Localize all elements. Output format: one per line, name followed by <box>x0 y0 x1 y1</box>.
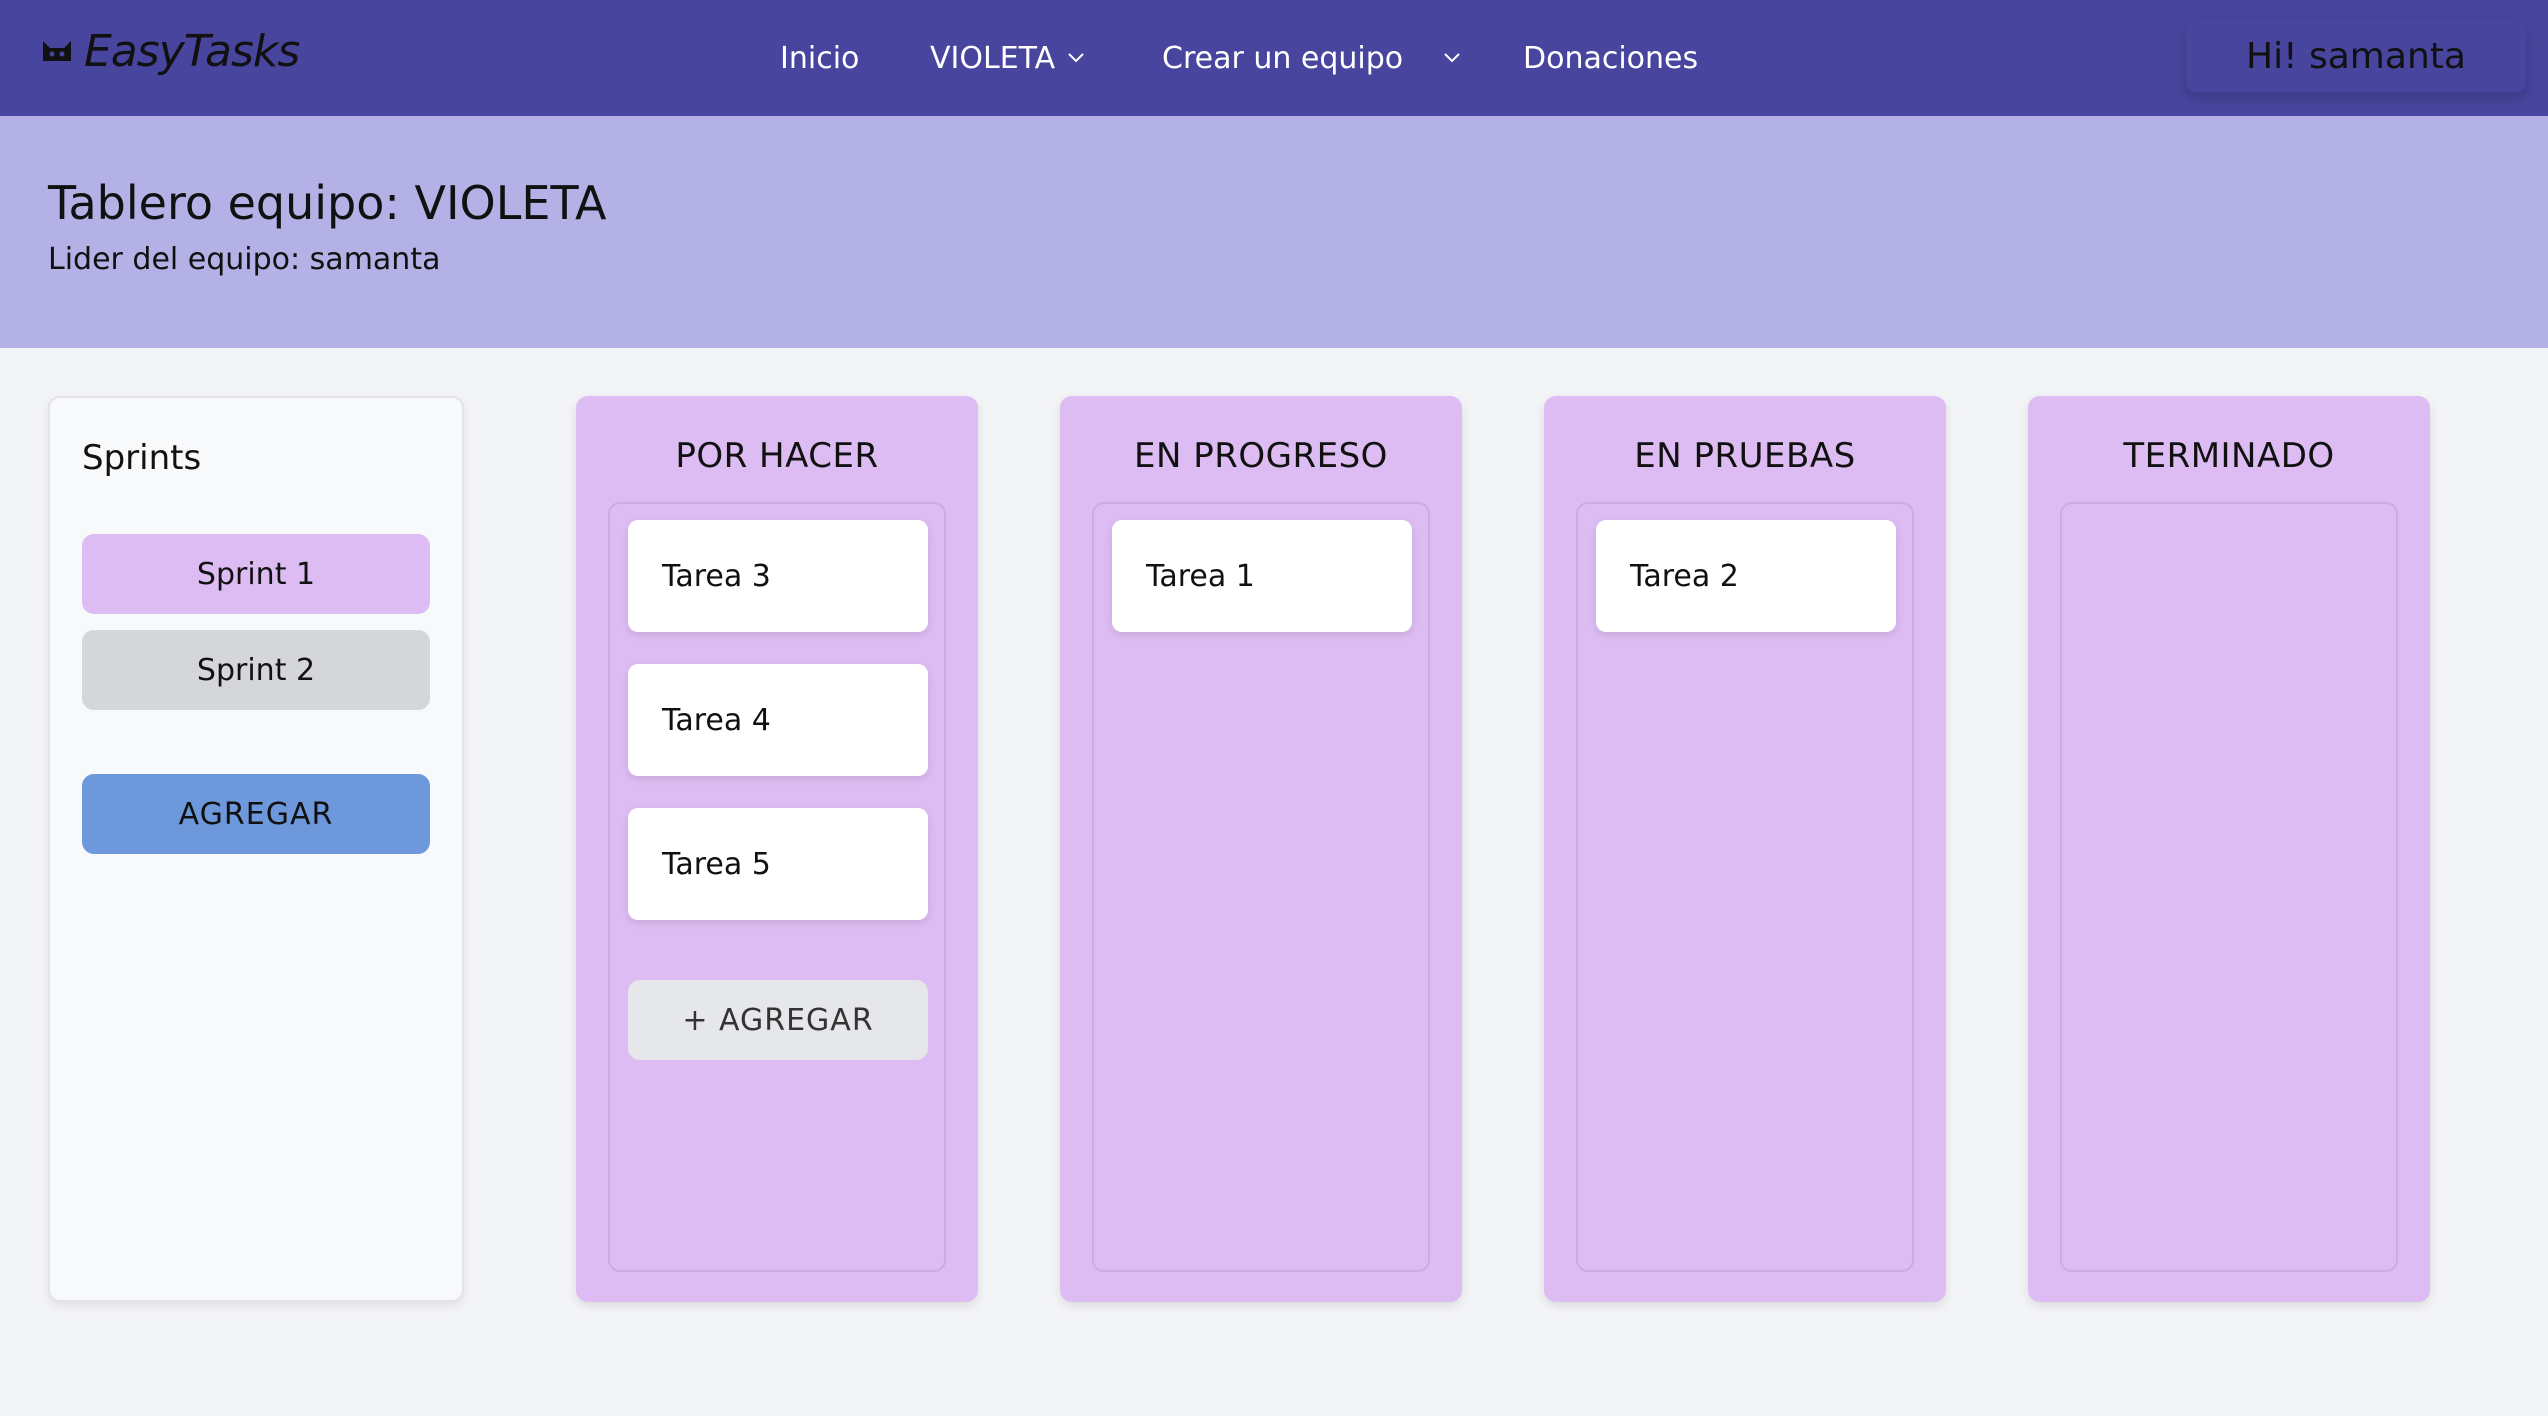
brand-logo[interactable]: EasyTasks <box>40 26 300 77</box>
column-terminado: TERMINADO <box>2028 396 2430 1302</box>
task-card-label: Tarea 3 <box>662 558 771 594</box>
sprint-item-2[interactable]: Sprint 2 <box>82 630 430 710</box>
sprint-item-label: Sprint 2 <box>196 652 316 688</box>
column-title: EN PROGRESO <box>1134 436 1388 476</box>
column-por-hacer: POR HACER Tarea 3 Tarea 4 Tarea 5 + AGRE… <box>576 396 978 1302</box>
user-menu-button[interactable]: Hi! samanta <box>2186 20 2526 92</box>
sprints-title: Sprints <box>82 438 202 478</box>
user-greeting: Hi! samanta <box>2246 35 2466 77</box>
cat-icon <box>43 40 71 61</box>
top-navbar: EasyTasks Inicio VIOLETA Crear un equipo… <box>0 0 2548 116</box>
column-title: POR HACER <box>675 436 879 476</box>
task-card-label: Tarea 1 <box>1146 558 1255 594</box>
task-card-label: Tarea 4 <box>662 702 771 738</box>
column-title: TERMINADO <box>2123 436 2335 476</box>
task-card[interactable]: Tarea 2 <box>1596 520 1896 632</box>
nav-create-team[interactable]: Crear un equipo <box>1162 41 1461 76</box>
brand-name: EasyTasks <box>84 26 300 77</box>
add-task-label: + AGREGAR <box>682 1002 874 1038</box>
nav-create-team-label: Crear un equipo <box>1162 40 1404 76</box>
column-title: EN PRUEBAS <box>1634 436 1856 476</box>
task-card[interactable]: Tarea 4 <box>628 664 928 776</box>
nav-inicio[interactable]: Inicio <box>780 41 859 76</box>
task-card[interactable]: Tarea 1 <box>1112 520 1412 632</box>
task-card[interactable]: Tarea 3 <box>628 520 928 632</box>
task-drop-zone[interactable]: Tarea 2 <box>1576 502 1914 1272</box>
nav-donaciones-label: Donaciones <box>1523 40 1699 76</box>
nav-team-dropdown[interactable]: VIOLETA <box>930 41 1085 76</box>
task-card-label: Tarea 5 <box>662 846 771 882</box>
column-en-pruebas: EN PRUEBAS Tarea 2 <box>1544 396 1946 1302</box>
task-drop-zone[interactable] <box>2060 502 2398 1272</box>
sprint-item-1[interactable]: Sprint 1 <box>82 534 430 614</box>
add-task-button[interactable]: + AGREGAR <box>628 980 928 1060</box>
task-drop-zone[interactable]: Tarea 3 Tarea 4 Tarea 5 + AGREGAR <box>608 502 946 1272</box>
nav-donaciones[interactable]: Donaciones <box>1523 41 1698 76</box>
sprint-item-label: Sprint 1 <box>196 556 316 592</box>
team-leader: Lider del equipo: samanta <box>48 242 441 277</box>
chevron-down-icon <box>1068 53 1084 63</box>
add-sprint-label: AGREGAR <box>178 796 334 832</box>
task-drop-zone[interactable]: Tarea 1 <box>1092 502 1430 1272</box>
page-title: Tablero equipo: VIOLETA <box>48 176 607 230</box>
task-card-label: Tarea 2 <box>1630 558 1739 594</box>
chevron-down-icon <box>1444 53 1460 63</box>
sprints-panel: Sprints Sprint 1 Sprint 2 AGREGAR <box>48 396 464 1302</box>
nav-team-label: VIOLETA <box>930 40 1056 76</box>
column-en-progreso: EN PROGRESO Tarea 1 <box>1060 396 1462 1302</box>
task-card[interactable]: Tarea 5 <box>628 808 928 920</box>
team-header: Tablero equipo: VIOLETA Lider del equipo… <box>0 116 2548 348</box>
nav-inicio-label: Inicio <box>780 40 860 76</box>
add-sprint-button[interactable]: AGREGAR <box>82 774 430 854</box>
